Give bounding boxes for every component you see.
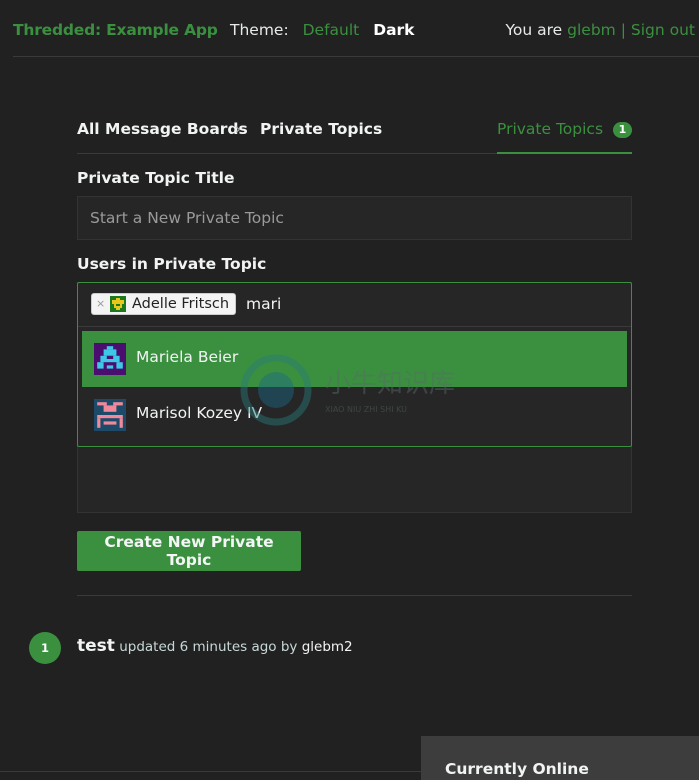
currently-online-panel: Currently Online [421,736,699,780]
top-bar: Thredded: Example App Theme: Default Dar… [13,0,699,57]
avatar [110,296,126,312]
private-topic-title-input[interactable] [77,196,632,240]
user-info: You are glebm | Sign out [505,21,695,39]
users-search-input[interactable] [246,293,446,315]
username-link[interactable]: glebm [567,21,616,39]
user-separator: | [620,21,626,39]
theme-option-default[interactable]: Default [303,21,360,39]
user-suggestion-item[interactable]: Mariela Beier [82,331,627,387]
theme-option-dark[interactable]: Dark [373,21,414,39]
private-topics-tab[interactable]: Private Topics 1 [497,104,632,154]
theme-switcher: Theme: Default Dark [230,21,414,39]
breadcrumb-private-topics[interactable]: Private Topics [260,120,382,138]
avatar [94,343,126,375]
sign-out-link[interactable]: Sign out [631,21,695,39]
currently-online-title: Currently Online [445,760,589,778]
suggestion-name: Marisol Kozey IV [136,404,263,422]
suggestion-name: Mariela Beier [136,348,239,366]
topic-list-item[interactable]: 1 test updated 6 minutes ago by glebm2 [29,632,529,664]
you-are-label: You are [505,21,563,39]
app-title-link[interactable]: Thredded: Example App [13,21,218,39]
chevron-right-icon: › [235,120,241,138]
private-topics-tab-label: Private Topics [497,120,604,138]
user-suggestion-item[interactable]: Marisol Kozey IV [82,387,627,443]
topic-title-link[interactable]: test [77,636,115,656]
selected-user-name: Adelle Fritsch [132,296,230,312]
topic-post-count-badge: 1 [29,632,61,664]
users-autocomplete: × Adelle Fritsch Mariela Beier [77,282,632,447]
breadcrumb-nav: All Message Boards › Private Topics Priv… [77,104,632,154]
avatar [94,399,126,431]
remove-user-icon[interactable]: × [96,294,105,314]
theme-label: Theme: [230,21,289,39]
users-field-label: Users in Private Topic [77,255,267,273]
selected-user-chip: × Adelle Fritsch [91,293,236,315]
title-field-label: Private Topic Title [77,169,235,187]
unread-count-badge: 1 [613,122,632,138]
divider [77,595,632,596]
breadcrumb-all-message-boards[interactable]: All Message Boards [77,120,248,138]
topic-user-link[interactable]: glebm2 [302,639,353,655]
topic-updated-text: updated 6 minutes ago by [119,639,298,655]
create-private-topic-button[interactable]: Create New Private Topic [77,531,301,571]
topic-summary: test updated 6 minutes ago by glebm2 [77,636,353,656]
users-input-row[interactable]: × Adelle Fritsch [78,283,631,327]
